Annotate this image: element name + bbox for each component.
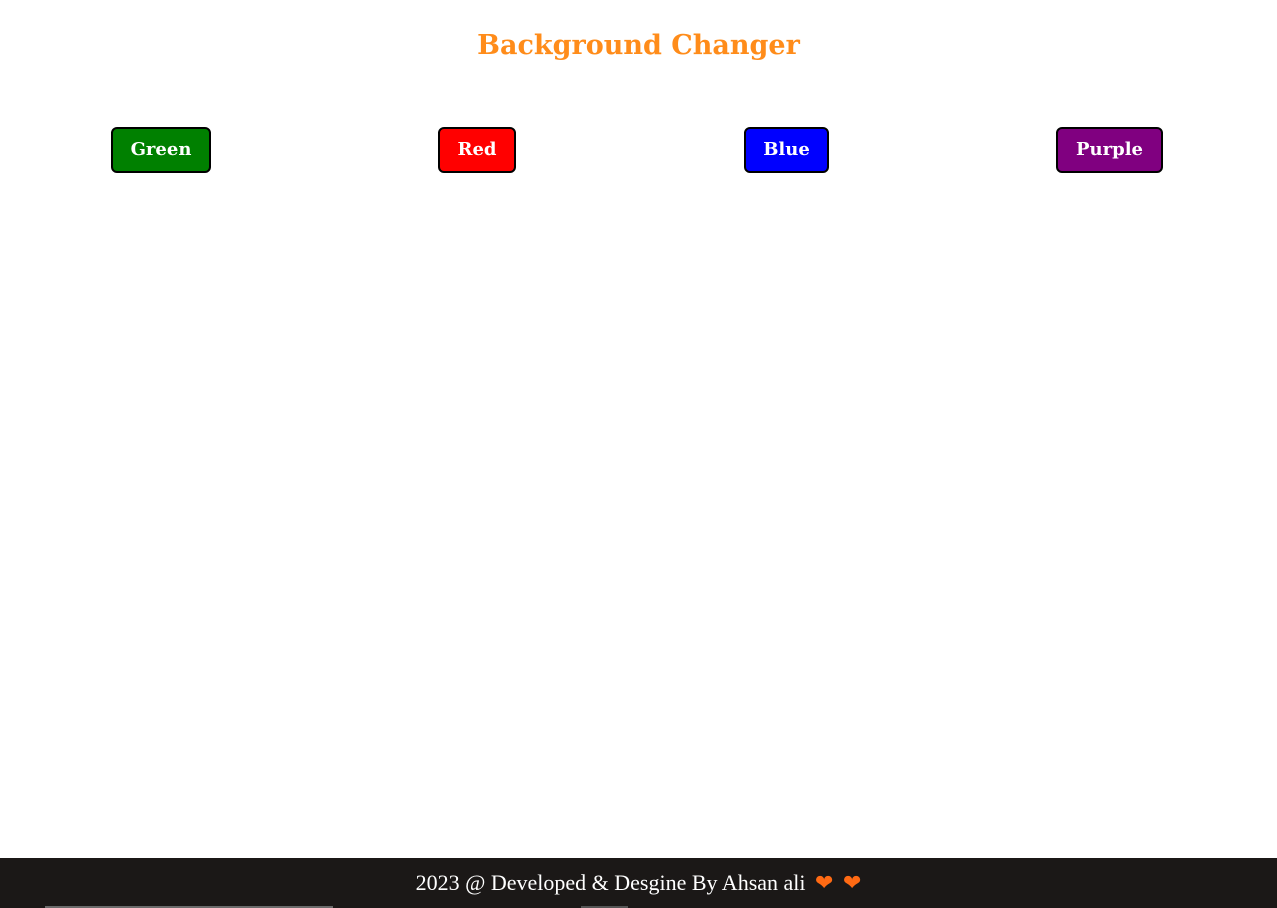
footer: 2023 @ Developed & Desgine By Ahsan ali … <box>0 858 1277 908</box>
footer-credit-text: 2023 @ Developed & Desgine By Ahsan ali <box>415 870 806 895</box>
page-title: Background Changer <box>477 30 800 61</box>
purple-button[interactable]: Purple <box>1056 127 1163 173</box>
green-button[interactable]: Green <box>111 127 211 173</box>
red-button[interactable]: Red <box>438 127 516 173</box>
blue-button[interactable]: Blue <box>744 127 829 173</box>
heart-icon: ❤ <box>815 871 834 896</box>
heart-icon: ❤ <box>842 871 862 896</box>
